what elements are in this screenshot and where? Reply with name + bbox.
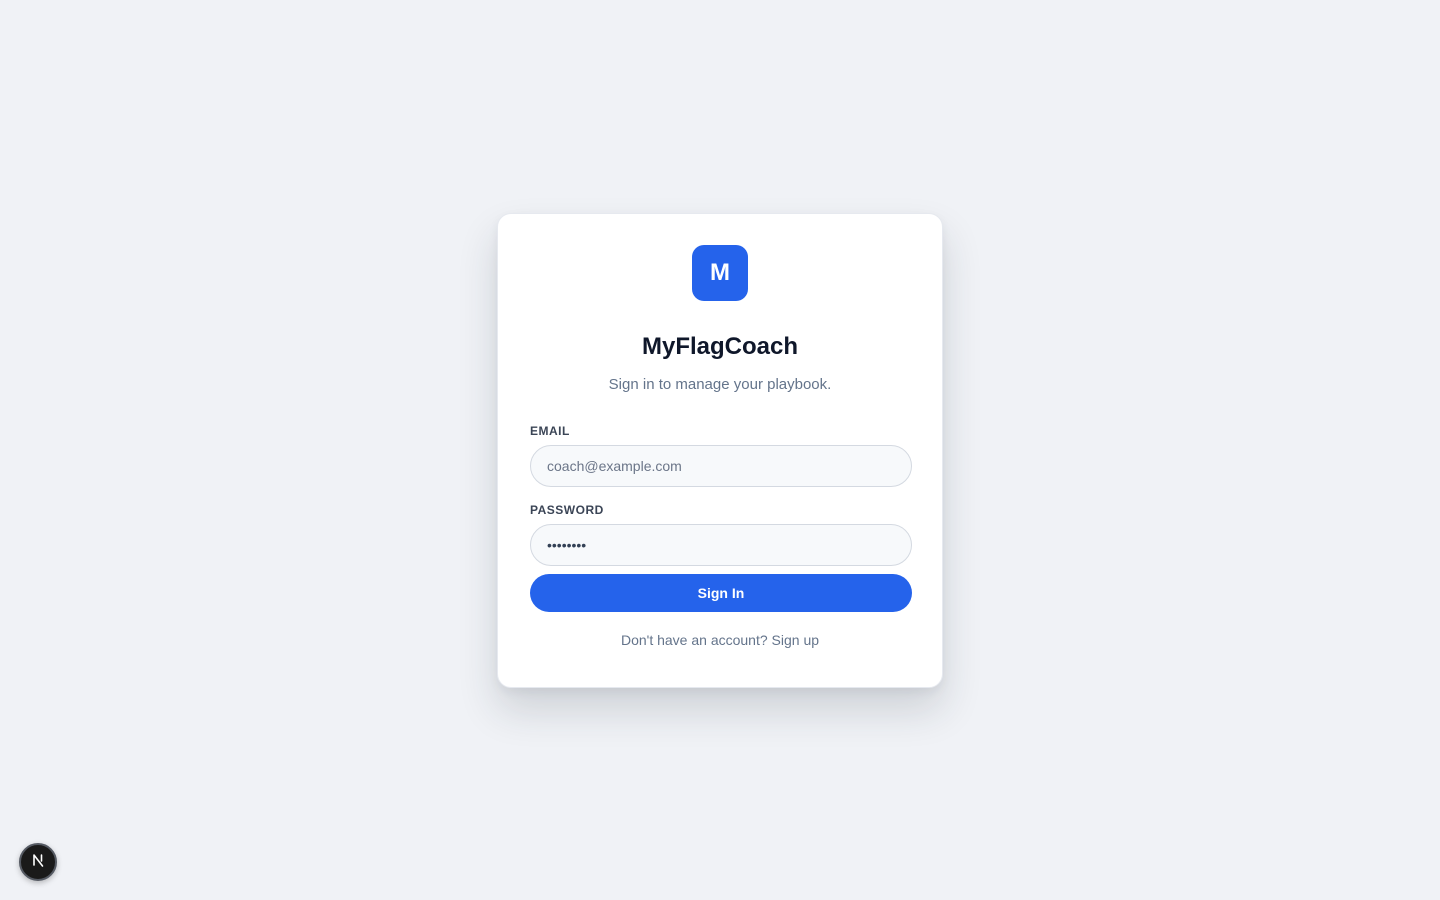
- app-title: MyFlagCoach: [641, 333, 799, 360]
- password-label: PASSWORD: [530, 503, 604, 517]
- nextjs-dev-badge[interactable]: [19, 843, 57, 881]
- password-field[interactable]: [530, 524, 912, 566]
- login-subtitle: Sign in to manage your playbook.: [608, 376, 832, 393]
- login-page: M MyFlagCoach Sign in to manage your pla…: [0, 0, 1440, 900]
- logo-letter: M: [710, 259, 730, 286]
- email-field[interactable]: [530, 445, 912, 487]
- login-card: M MyFlagCoach Sign in to manage your pla…: [497, 213, 943, 688]
- signup-prompt: Don't have an account? Sign up: [530, 632, 910, 648]
- signup-prompt-text: Don't have an account?: [620, 632, 768, 648]
- app-logo: M: [692, 245, 748, 301]
- signup-link[interactable]: Sign up: [772, 632, 819, 648]
- email-label: EMAIL: [530, 424, 570, 438]
- nextjs-icon: [30, 852, 46, 873]
- sign-in-button[interactable]: Sign In: [530, 574, 912, 612]
